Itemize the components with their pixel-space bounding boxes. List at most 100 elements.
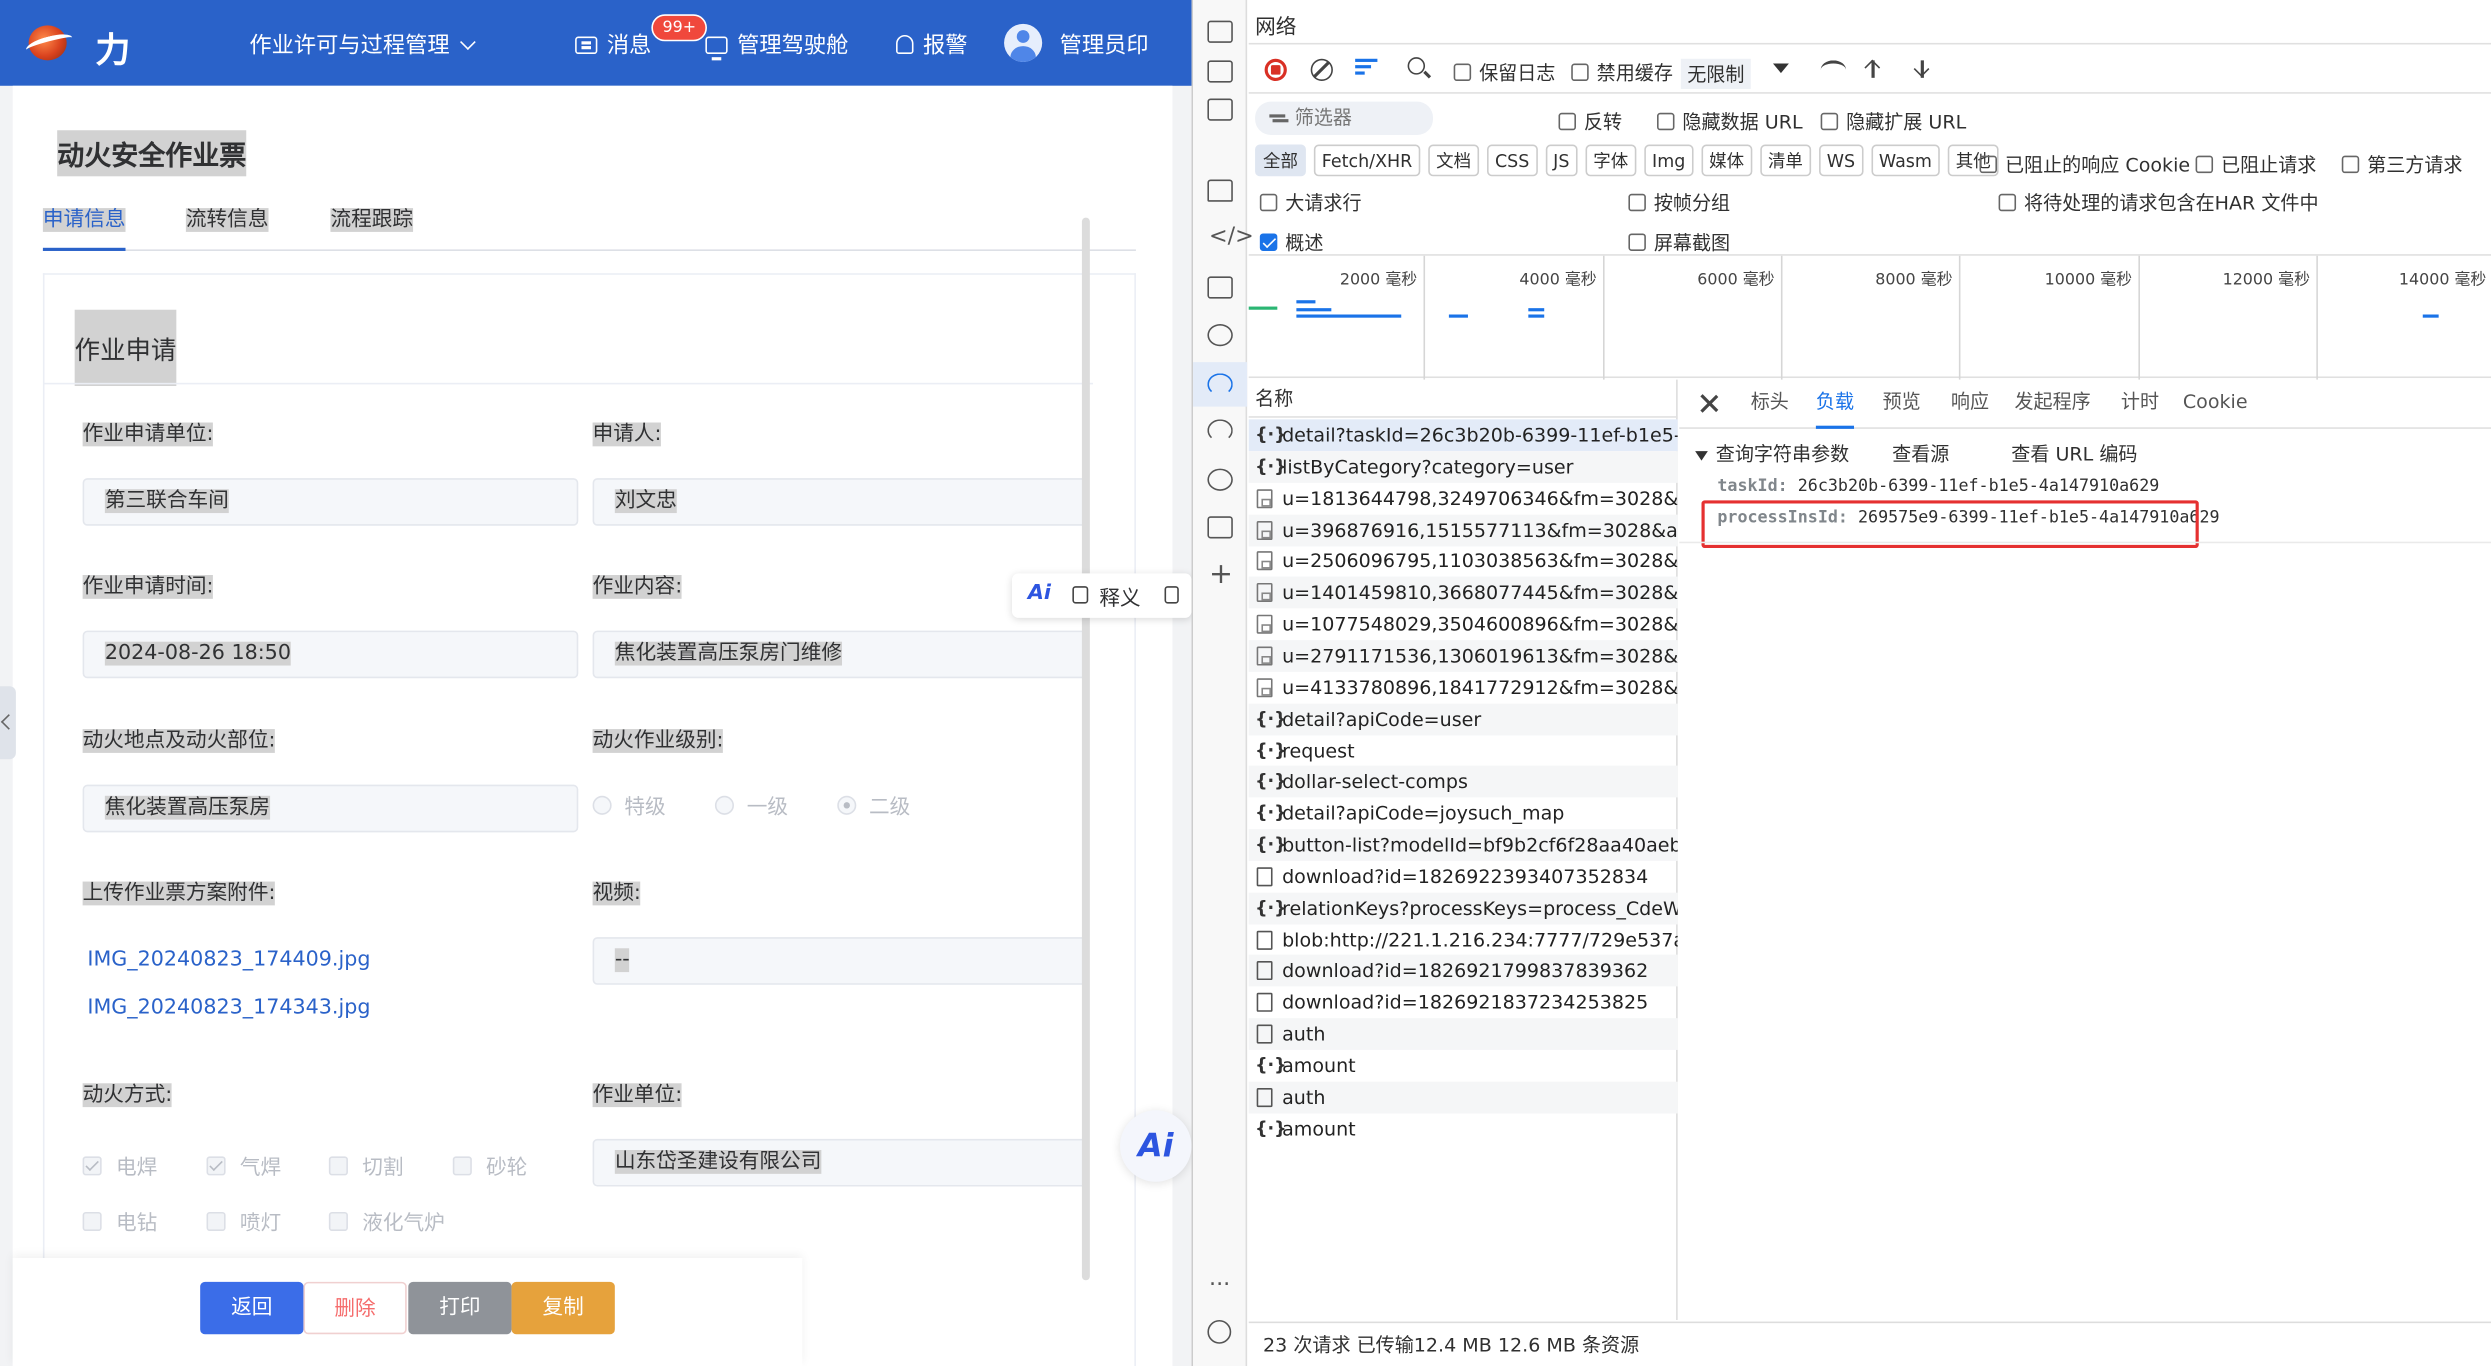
view-source-link[interactable]: 查看源 [1892, 440, 1949, 467]
chip-js[interactable]: JS [1545, 144, 1578, 177]
chip-css[interactable]: CSS [1486, 144, 1538, 177]
tab-preview[interactable]: 预览 [1883, 380, 1921, 429]
import-har-icon[interactable] [1864, 57, 1883, 81]
plus-icon[interactable]: + [1209, 558, 1233, 591]
chip-img[interactable]: Img [1644, 144, 1694, 177]
blocked-cookies-checkbox[interactable]: 已阻止的响应 Cookie [1979, 151, 2190, 178]
request-row[interactable]: download?id=1826921837234253825 [1249, 987, 1678, 1019]
request-row[interactable]: relationKeys?processKeys=process_CdeWxwK… [1248, 892, 1678, 925]
bug-icon[interactable] [1207, 324, 1233, 347]
level-option-first[interactable]: 一级 [714, 789, 788, 820]
user-menu[interactable]: 管理员印 [1060, 29, 1149, 61]
request-row[interactable]: u=4133780896,1841772912&fm=3028&app=3... [1249, 672, 1678, 704]
request-row[interactable]: detail?taskId=26c3b20b-6399-11ef-b1e5-4a… [1248, 419, 1678, 452]
chip-fetch-xhr[interactable]: Fetch/XHR [1313, 144, 1421, 177]
screenshots-checkbox[interactable]: 屏幕截图 [1628, 229, 1730, 256]
request-row[interactable]: download?id=1826921799837839362 [1248, 955, 1678, 988]
chip-ws[interactable]: WS [1818, 144, 1864, 177]
method-checkbox-blowtorch[interactable]: 喷灯 [206, 1206, 281, 1236]
clear-icon[interactable] [1310, 58, 1333, 82]
gear-icon[interactable] [1207, 468, 1233, 491]
hide-ext-url-checkbox[interactable]: 隐藏扩展 URL [1820, 108, 1966, 135]
request-row[interactable]: u=2791171536,1306019613&fm=3028&app=3... [1248, 640, 1678, 672]
request-row[interactable]: amount [1249, 1050, 1678, 1082]
module-selector[interactable]: 作业许可与过程管理 [249, 29, 476, 61]
request-row[interactable]: u=1401459810,3668077445&fm=3028&app=3... [1248, 576, 1678, 609]
blocked-requests-checkbox[interactable]: 已阻止请求 [2195, 151, 2316, 178]
chip-wasm[interactable]: Wasm [1870, 144, 1940, 177]
tab-apply-info[interactable]: 申请信息 [42, 194, 126, 251]
chip-font[interactable]: 字体 [1585, 144, 1637, 177]
elements-icon[interactable]: </> [1209, 224, 1254, 249]
method-checkbox-grinding[interactable]: 砂轮 [452, 1150, 527, 1180]
home-icon[interactable] [1207, 179, 1233, 202]
application-icon[interactable] [1207, 516, 1233, 539]
print-button[interactable]: 打印 [408, 1281, 512, 1335]
explain-button[interactable]: 释义 [1099, 581, 1140, 612]
request-row[interactable]: u=1077548029,3504600896&fm=3028&app=3... [1249, 609, 1678, 641]
request-row[interactable]: detail?apiCode=joysuch_map [1249, 798, 1678, 830]
tab-transfer-info[interactable]: 流转信息 [185, 194, 269, 251]
request-row[interactable]: request [1249, 735, 1678, 767]
ai-assistant-button[interactable]: Ai [1120, 1110, 1192, 1182]
request-row[interactable]: auth [1248, 1081, 1678, 1114]
disable-cache-checkbox[interactable]: 禁用缓存 [1571, 59, 1673, 86]
invert-checkbox[interactable]: 反转 [1558, 108, 1622, 135]
query-string-section[interactable]: 查询字符串参数 [1695, 440, 1849, 467]
group-by-frame-checkbox[interactable]: 按帧分组 [1628, 189, 1730, 216]
search-icon[interactable] [1407, 57, 1426, 75]
request-row[interactable]: u=1813644798,3249706346&fm=3028&app=3... [1249, 482, 1678, 514]
close-icon[interactable] [1700, 394, 1719, 413]
level-option-special[interactable]: 特级 [592, 789, 666, 820]
tab-response[interactable]: 响应 [1951, 380, 1989, 429]
delete-button[interactable]: 删除 [303, 1281, 407, 1335]
request-row[interactable]: listByCategory?category=user [1248, 450, 1678, 483]
more-icon[interactable]: ··· [1209, 1272, 1230, 1297]
chip-media[interactable]: 媒体 [1701, 144, 1753, 177]
request-row[interactable]: button-list?modelId=bf9b2cf6f28aa40aebe3… [1248, 829, 1678, 861]
window-icon[interactable] [1207, 98, 1233, 121]
record-stop-icon[interactable] [1264, 58, 1287, 82]
copy-button[interactable]: 复制 [511, 1281, 615, 1335]
method-checkbox-electric-weld[interactable]: 电焊 [82, 1150, 157, 1180]
tab-cookie[interactable]: Cookie [2183, 380, 2248, 429]
filter-icon[interactable] [1355, 58, 1378, 78]
content-scrollbar[interactable] [1081, 217, 1090, 1281]
network-conditions-icon[interactable] [1820, 60, 1847, 79]
attachment-link[interactable]: IMG_20240823_174343.jpg [87, 996, 370, 1020]
attachment-link[interactable]: IMG_20240823_174409.jpg [87, 948, 370, 972]
hide-data-url-checkbox[interactable]: 隐藏数据 URL [1657, 108, 1803, 135]
alarm-button[interactable]: 报警 [896, 29, 968, 61]
help-icon[interactable] [1207, 1319, 1232, 1344]
tab-process-tracking[interactable]: 流程跟踪 [330, 194, 414, 251]
har-pending-checkbox[interactable]: 将待处理的请求包含在HAR 文件中 [1998, 189, 2319, 216]
throttle-dropdown-icon[interactable] [1772, 63, 1789, 74]
request-row[interactable]: u=2506096795,1103038563&fm=3028&app=3... [1249, 545, 1678, 577]
third-party-checkbox[interactable]: 第三方请求 [2341, 151, 2463, 178]
overview-checkbox[interactable]: 概述 [1259, 229, 1323, 256]
level-option-second[interactable]: 二级 [837, 789, 910, 820]
back-button[interactable]: 返回 [200, 1281, 304, 1335]
tab-payload[interactable]: 负载 [1815, 380, 1855, 429]
throttle-select[interactable]: 无限制 [1680, 58, 1751, 89]
user-avatar[interactable] [1004, 23, 1043, 62]
request-row[interactable]: download?id=1826922393407352834 [1249, 861, 1678, 893]
method-checkbox-drill[interactable]: 电钻 [82, 1206, 157, 1236]
cockpit-button[interactable]: 管理驾驶舱 [705, 29, 848, 61]
sidebar-toggle[interactable] [0, 686, 16, 760]
messages-button[interactable]: 消息 [575, 29, 651, 61]
view-url-encoded-link[interactable]: 查看 URL 编码 [2011, 440, 2137, 467]
network-wifi-icon[interactable] [1207, 373, 1233, 396]
request-row[interactable]: amount [1249, 1113, 1678, 1145]
chip-doc[interactable]: 文档 [1428, 144, 1480, 177]
filter-input[interactable]: 筛选器 [1255, 101, 1434, 136]
tab-timing[interactable]: 计时 [2121, 380, 2159, 429]
network-overview-timeline[interactable]: 2000 毫秒 4000 毫秒 6000 毫秒 8000 毫秒 10000 毫秒… [1248, 254, 2491, 380]
method-checkbox-lpg-stove[interactable]: 液化气炉 [328, 1206, 445, 1236]
preserve-log-checkbox[interactable]: 保留日志 [1453, 59, 1555, 86]
request-row[interactable]: detail?apiCode=user [1248, 703, 1678, 735]
console-icon[interactable] [1207, 276, 1233, 299]
name-column-header[interactable]: 名称 [1248, 380, 1678, 418]
request-row[interactable]: auth [1248, 1018, 1678, 1051]
big-rows-checkbox[interactable]: 大请求行 [1259, 189, 1362, 216]
